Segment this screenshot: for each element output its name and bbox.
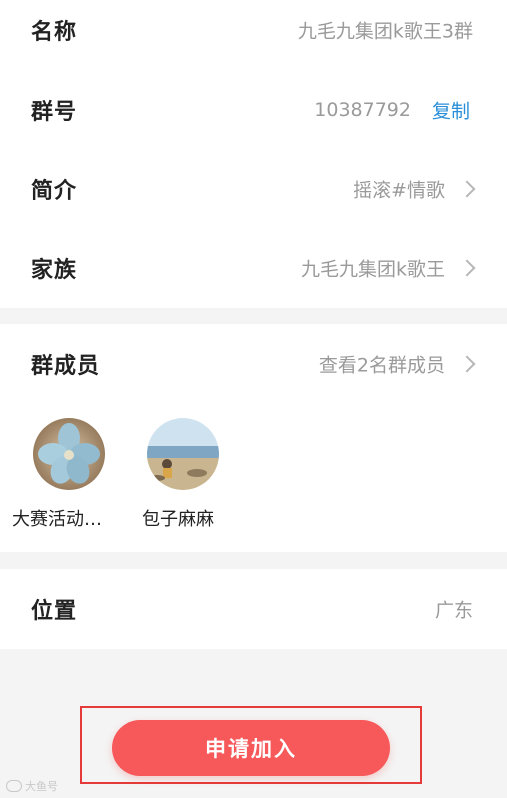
watermark-logo-icon xyxy=(6,780,22,792)
members-label: 群成员 xyxy=(31,354,101,379)
avatar xyxy=(33,418,105,490)
members-row[interactable]: 群成员 查看2名群成员 xyxy=(0,324,507,404)
watermark: 大鱼号 xyxy=(6,778,58,794)
group-id-row: 群号 10387792 复制 xyxy=(0,70,507,150)
location-value: 广东 xyxy=(434,599,473,622)
intro-row[interactable]: 简介 摇滚#情歌 xyxy=(0,149,507,229)
member-item[interactable]: 大赛活动… xyxy=(0,416,130,536)
member-name: 大赛活动… xyxy=(12,509,102,530)
chevron-right-icon xyxy=(458,180,476,198)
copy-group-id-button[interactable]: 复制 xyxy=(432,97,470,124)
intro-value: 摇滚#情歌 xyxy=(353,179,445,202)
location-card: 位置 广东 xyxy=(0,569,507,649)
member-item[interactable]: 包子麻麻 xyxy=(135,416,245,536)
family-row[interactable]: 家族 九毛九集团k歌王 xyxy=(0,228,507,308)
members-card: 群成员 查看2名群成员 大赛活动… 包子麻麻 xyxy=(0,324,507,552)
group-info-card: 名称 九毛九集团k歌王3群 群号 10387792 复制 简介 摇滚#情歌 家族… xyxy=(0,0,507,308)
group-id-value: 10387792 xyxy=(314,99,411,121)
member-name: 包子麻麻 xyxy=(142,509,214,530)
beach-avatar-icon xyxy=(147,418,219,490)
name-row: 名称 九毛九集团k歌王3群 xyxy=(0,0,507,70)
watermark-text: 大鱼号 xyxy=(25,780,58,793)
chevron-right-icon xyxy=(458,355,476,373)
intro-label: 简介 xyxy=(31,179,78,204)
family-label: 家族 xyxy=(31,258,78,283)
chevron-right-icon xyxy=(458,259,476,277)
avatar xyxy=(147,418,219,490)
name-label: 名称 xyxy=(31,20,78,45)
location-label: 位置 xyxy=(31,599,78,624)
view-members-link: 查看2名群成员 xyxy=(318,354,445,377)
group-id-label: 群号 xyxy=(31,100,78,125)
location-row: 位置 广东 xyxy=(0,569,507,649)
family-value: 九毛九集团k歌王 xyxy=(300,258,445,281)
group-name-value: 九毛九集团k歌王3群 xyxy=(297,20,473,43)
join-group-button[interactable]: 申请加入 xyxy=(112,720,390,776)
flower-avatar-icon xyxy=(33,418,105,490)
